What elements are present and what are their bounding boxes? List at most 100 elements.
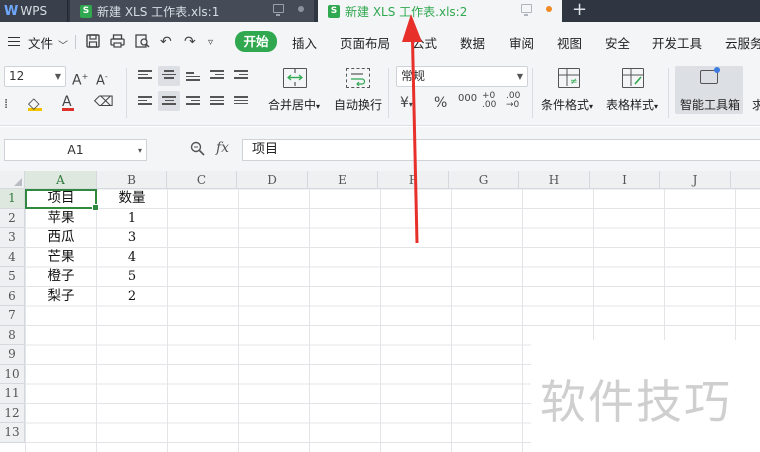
name-box[interactable]: A1 ▾ bbox=[4, 139, 147, 161]
tab-start[interactable]: 开始 bbox=[235, 31, 277, 52]
thousands-separator-icon[interactable]: 000 bbox=[458, 94, 477, 104]
redo-icon[interactable]: ↷ bbox=[184, 34, 196, 50]
increase-font-icon[interactable]: A+ bbox=[72, 70, 88, 88]
tab-status-dot-icon[interactable] bbox=[298, 5, 304, 12]
cell-b6[interactable]: 2 bbox=[97, 287, 167, 306]
print-icon[interactable] bbox=[110, 34, 125, 52]
truncated-ribbon-label[interactable]: 求 bbox=[752, 96, 760, 113]
border-icon[interactable]: ⁞ bbox=[4, 98, 8, 112]
tab-document-2[interactable]: S 新建 XLS 工作表.xls:2 bbox=[318, 0, 562, 22]
chevron-down-icon[interactable]: ﹀ bbox=[58, 37, 68, 52]
row-header-2[interactable]: 2 bbox=[0, 208, 25, 228]
align-top-icon[interactable] bbox=[138, 70, 152, 80]
row-header-7[interactable]: 7 bbox=[0, 306, 25, 326]
select-all-corner[interactable] bbox=[0, 171, 25, 189]
conditional-format-icon[interactable]: ≠ bbox=[558, 68, 580, 88]
formula-input[interactable]: 项目 bbox=[242, 139, 760, 161]
column-header-f[interactable]: F bbox=[378, 171, 449, 189]
decrease-font-icon[interactable]: A- bbox=[96, 70, 108, 88]
tab-wps-home[interactable]: W WPS bbox=[0, 0, 68, 22]
cell-b4[interactable]: 4 bbox=[97, 248, 167, 267]
distributed-align-icon[interactable] bbox=[234, 96, 248, 106]
insert-function-icon[interactable]: fx bbox=[216, 140, 229, 156]
justify-icon[interactable] bbox=[210, 96, 224, 106]
cell-a3[interactable]: 西瓜 bbox=[25, 228, 97, 247]
tab-security[interactable]: 安全 bbox=[605, 33, 630, 52]
increase-indent-icon[interactable] bbox=[234, 70, 248, 80]
quick-access-dropdown-icon[interactable]: ▿ bbox=[208, 37, 213, 48]
cell-a6[interactable]: 梨子 bbox=[25, 287, 97, 306]
align-center-icon[interactable] bbox=[162, 96, 176, 106]
font-size-select[interactable]: 12 ▼ bbox=[4, 66, 66, 87]
conditional-format-button[interactable]: 条件格式▾ bbox=[541, 96, 593, 113]
hamburger-menu-icon[interactable] bbox=[8, 37, 20, 46]
align-right-icon[interactable] bbox=[186, 96, 200, 106]
row-header-12[interactable]: 12 bbox=[0, 403, 25, 423]
monitor-icon[interactable] bbox=[273, 4, 284, 16]
column-header-c[interactable]: C bbox=[167, 171, 237, 189]
decrease-indent-icon[interactable] bbox=[210, 70, 224, 80]
column-header-g[interactable]: G bbox=[449, 171, 519, 189]
active-cell-selection[interactable] bbox=[25, 189, 99, 211]
menu-file[interactable]: 文件 bbox=[28, 33, 53, 52]
column-header-a[interactable]: A bbox=[25, 171, 97, 189]
column-header-j[interactable]: J bbox=[660, 171, 731, 189]
decrease-decimal-icon[interactable]: .00 →0 bbox=[506, 92, 520, 110]
row-header-9[interactable]: 9 bbox=[0, 345, 25, 365]
undo-icon[interactable]: ↶ bbox=[160, 34, 172, 50]
tab-insert[interactable]: 插入 bbox=[292, 33, 317, 52]
column-header-overflow[interactable] bbox=[731, 171, 760, 189]
zoom-search-icon[interactable] bbox=[190, 141, 205, 160]
row-header-8[interactable]: 8 bbox=[0, 325, 25, 345]
tab-developer[interactable]: 开发工具 bbox=[652, 33, 702, 52]
increase-decimal-icon[interactable]: +0.00 bbox=[482, 92, 496, 110]
wrap-text-icon[interactable] bbox=[346, 68, 370, 88]
cell-a2[interactable]: 苹果 bbox=[25, 209, 97, 228]
wrap-text-button[interactable]: 自动换行 bbox=[334, 96, 382, 113]
cell-b2[interactable]: 1 bbox=[97, 209, 167, 228]
merge-center-button[interactable]: 合并居中▾ bbox=[268, 96, 320, 113]
column-header-h[interactable]: H bbox=[519, 171, 590, 189]
column-header-i[interactable]: I bbox=[590, 171, 660, 189]
column-header-d[interactable]: D bbox=[237, 171, 308, 189]
save-icon[interactable] bbox=[86, 34, 100, 52]
unsaved-dot-icon[interactable] bbox=[546, 5, 552, 12]
row-header-6[interactable]: 6 bbox=[0, 286, 25, 306]
align-bottom-icon[interactable] bbox=[186, 72, 200, 82]
toolbox-icon[interactable] bbox=[700, 67, 720, 84]
cell-b5[interactable]: 5 bbox=[97, 267, 167, 286]
tab-formulas[interactable]: 公式 bbox=[412, 33, 437, 52]
row-header-5[interactable]: 5 bbox=[0, 267, 25, 287]
percent-format-icon[interactable]: % bbox=[434, 96, 447, 110]
currency-format-icon[interactable]: ¥▾ bbox=[400, 96, 413, 112]
row-header-11[interactable]: 11 bbox=[0, 384, 25, 404]
table-style-button[interactable]: 表格样式▾ bbox=[606, 96, 658, 113]
tab-review[interactable]: 审阅 bbox=[509, 33, 534, 52]
column-header-e[interactable]: E bbox=[308, 171, 378, 189]
column-header-b[interactable]: B bbox=[97, 171, 167, 189]
align-middle-icon[interactable] bbox=[162, 70, 176, 80]
table-style-icon[interactable] bbox=[622, 68, 644, 88]
clear-format-icon[interactable]: ⌫ bbox=[94, 95, 114, 109]
row-header-13[interactable]: 13 bbox=[0, 423, 25, 443]
row-header-3[interactable]: 3 bbox=[0, 228, 25, 248]
merge-center-icon[interactable] bbox=[283, 68, 307, 88]
tab-document-1[interactable]: S 新建 XLS 工作表.xls:1 bbox=[70, 0, 314, 22]
print-preview-icon[interactable] bbox=[135, 34, 150, 52]
monitor-icon[interactable] bbox=[521, 4, 532, 16]
cell-a5[interactable]: 橙子 bbox=[25, 267, 97, 286]
number-format-select[interactable]: 常规 ▼ bbox=[396, 66, 528, 87]
tab-cloud-service[interactable]: 云服务 bbox=[725, 33, 760, 52]
cell-a4[interactable]: 芒果 bbox=[25, 248, 97, 267]
tab-data[interactable]: 数据 bbox=[460, 33, 485, 52]
align-left-icon[interactable] bbox=[138, 96, 152, 106]
tab-view[interactable]: 视图 bbox=[557, 33, 582, 52]
row-header-4[interactable]: 4 bbox=[0, 247, 25, 267]
smart-toolbox-button[interactable]: 智能工具箱 bbox=[680, 96, 740, 113]
cell-b3[interactable]: 3 bbox=[97, 228, 167, 247]
row-header-1[interactable]: 1 bbox=[0, 189, 25, 209]
font-color-icon[interactable]: A bbox=[62, 95, 74, 111]
tab-page-layout[interactable]: 页面布局 bbox=[340, 33, 390, 52]
fill-color-icon[interactable]: ◇ bbox=[28, 96, 42, 111]
new-tab-plus-icon[interactable]: + bbox=[572, 0, 587, 20]
